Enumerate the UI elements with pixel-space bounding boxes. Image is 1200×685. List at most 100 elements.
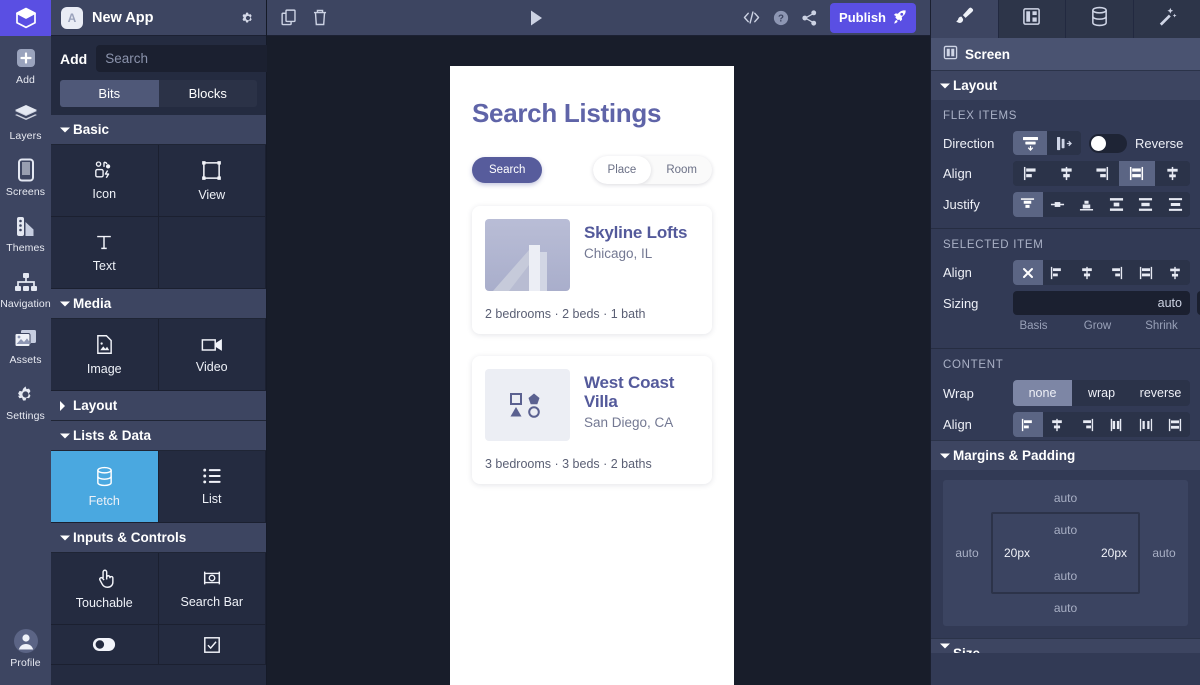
justify-around-icon[interactable] [1131,192,1161,217]
align-auto-x-icon[interactable] [1013,260,1043,285]
rail-item-themes[interactable]: Themes [0,204,51,260]
rail-item-navigation[interactable]: Navigation [0,260,51,316]
content-center-icon[interactable] [1042,412,1072,437]
rail-item-assets[interactable]: Assets [0,316,51,372]
add-label: Add [60,50,88,67]
component-label: Video [195,359,228,374]
gear-icon[interactable] [240,10,256,26]
align-baseline-icon[interactable] [1154,161,1190,186]
tab-layout[interactable] [999,0,1066,38]
code-brackets-icon[interactable] [743,10,760,25]
preview-search-button[interactable]: Search [472,157,543,183]
listing-card[interactable]: Skyline Lofts Chicago, IL 2 bedrooms · 2… [472,206,712,334]
wrap-option-none[interactable]: none [1013,380,1072,406]
margin-top-value[interactable]: auto [943,491,1188,505]
padding-left-value[interactable]: 20px [1004,546,1030,560]
play-preview-icon[interactable] [526,8,546,28]
group-header-media[interactable]: Media [51,289,266,319]
group-header-basic[interactable]: Basic [51,115,266,145]
rail-item-profile[interactable]: Profile [0,619,51,685]
tab-style[interactable] [931,0,999,38]
tab-data[interactable] [1066,0,1134,38]
direction-row-icon[interactable] [1047,131,1081,155]
component-view[interactable]: View [158,145,266,217]
component-toggle[interactable] [51,625,159,665]
component-video[interactable]: Video [158,319,266,391]
justify-end-icon[interactable] [1072,192,1102,217]
component-label: Touchable [75,595,133,610]
rail-item-settings[interactable]: Settings [0,372,51,428]
group-header-lists-data[interactable]: Lists & Data [51,421,266,451]
component-text[interactable]: Text [51,217,159,289]
padding-bottom-value[interactable]: auto [993,569,1138,583]
reverse-toggle[interactable] [1089,133,1127,153]
padding-top-value[interactable]: auto [993,523,1138,537]
align-start-icon[interactable] [1013,161,1049,186]
component-fetch[interactable]: Fetch [51,451,159,523]
group-grid-lists-data: Fetch List [51,451,266,523]
justify-center-icon[interactable] [1042,192,1072,217]
component-label: View [198,187,226,202]
rail-item-add[interactable]: Add [0,36,51,92]
content-stretch-icon[interactable] [1160,412,1190,437]
group-header-inputs-controls[interactable]: Inputs & Controls [51,523,266,553]
share-nodes-icon[interactable] [802,9,817,26]
rail-item-screens[interactable]: Screens [0,148,51,204]
group-header-layout[interactable]: Layout [51,391,266,421]
component-icon[interactable]: Icon [51,145,159,217]
publish-button[interactable]: Publish [830,2,916,33]
margin-right-value[interactable]: auto [1140,546,1188,560]
listing-card[interactable]: West Coast Villa San Diego, CA 3 bedroom… [472,356,712,484]
rail-item-layers[interactable]: Layers [0,92,51,148]
component-search-bar[interactable]: Search Bar [158,553,266,625]
section-header-size[interactable]: Size [931,638,1200,653]
align-stretch-icon[interactable] [1131,260,1161,285]
tab-magic[interactable] [1134,0,1200,38]
chevron-down-icon [940,643,950,649]
align-center-icon[interactable] [1048,161,1084,186]
question-circle-icon[interactable]: ? [773,10,789,26]
selected-element-label: Screen [965,46,1011,62]
align-stretch-icon[interactable] [1119,161,1155,186]
align-center-icon[interactable] [1072,260,1102,285]
trash-icon[interactable] [312,9,328,26]
align-start-icon[interactable] [1042,260,1072,285]
basis-input[interactable] [1013,291,1190,315]
component-list[interactable]: List [158,451,266,523]
app-title[interactable]: New App [92,10,231,26]
app-avatar[interactable]: A [61,6,83,29]
component-label: Text [92,259,116,273]
tab-blocks[interactable]: Blocks [158,80,257,107]
content-end-icon[interactable] [1072,412,1102,437]
app-logo[interactable] [0,0,51,36]
justify-between-icon[interactable] [1101,192,1131,217]
section-header-layout[interactable]: Layout [931,70,1200,100]
tab-bits[interactable]: Bits [60,80,159,107]
margin-left-value[interactable]: auto [943,546,991,560]
align-end-icon[interactable] [1083,161,1120,186]
segment-room[interactable]: Room [651,156,712,184]
group-title: Inputs & Controls [73,530,187,545]
wrap-option-reverse[interactable]: reverse [1131,380,1190,406]
padding-right-value[interactable]: 20px [1101,546,1127,560]
justify-evenly-icon[interactable] [1160,192,1190,217]
content-start-icon[interactable] [1013,412,1043,437]
component-checkbox[interactable] [158,625,266,665]
toggle-switch-icon [92,637,116,652]
search-input[interactable] [96,45,292,72]
component-image[interactable]: Image [51,319,159,391]
copy-icon[interactable] [281,9,298,26]
align-end-icon[interactable] [1101,260,1131,285]
content-between-icon[interactable] [1101,412,1131,437]
selected-element-row[interactable]: Screen [931,38,1200,70]
wrap-option-wrap[interactable]: wrap [1072,380,1131,406]
database-icon [1090,6,1109,32]
content-around-icon[interactable] [1131,412,1161,437]
direction-column-icon[interactable] [1013,131,1047,155]
section-header-margins-padding[interactable]: Margins & Padding [931,440,1200,470]
segment-place[interactable]: Place [592,156,652,184]
align-baseline-icon[interactable] [1160,260,1190,285]
component-touchable[interactable]: Touchable [51,553,159,625]
margin-bottom-value[interactable]: auto [943,601,1188,615]
justify-start-icon[interactable] [1013,192,1043,217]
